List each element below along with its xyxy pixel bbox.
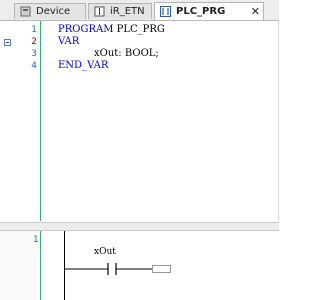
pane-splitter[interactable] (0, 222, 279, 231)
tab-plc-prg[interactable]: PLC_PRG ✕ (154, 2, 264, 20)
network-icon (94, 6, 105, 17)
keyword: END_VAR (58, 60, 109, 71)
tab-label: PLC_PRG (176, 6, 226, 17)
line-number: 3 (31, 49, 37, 59)
gutter-separator (40, 21, 41, 221)
contact-icon[interactable] (107, 263, 117, 275)
tab-label: Device (36, 6, 71, 17)
editor-tab-bar: Device iR_ETN PLC_PRG ✕ (0, 0, 279, 21)
rung-number: 1 (33, 235, 39, 245)
tab-device[interactable]: Device (14, 3, 86, 19)
code-line: VAR (58, 36, 79, 47)
line-number: 4 (31, 61, 37, 71)
declaration-editor[interactable]: 1 2 3 4 PROGRAM PLC_PRG VAR xOut: BOOL; … (0, 21, 279, 221)
line-number: 1 (31, 25, 37, 35)
keyword: PROGRAM (58, 24, 114, 35)
close-icon[interactable]: ✕ (251, 4, 260, 19)
identifier: PLC_PRG (113, 24, 165, 35)
device-icon (20, 6, 31, 17)
keyword: VAR (58, 36, 80, 47)
fold-collapse-icon[interactable] (4, 39, 11, 46)
gutter-separator (40, 231, 41, 300)
pou-icon (160, 6, 171, 17)
variable-declaration: xOut: BOOL; (94, 48, 159, 59)
line-number: 2 (31, 37, 37, 47)
tab-ir-etn[interactable]: iR_ETN (88, 3, 152, 19)
ladder-editor[interactable]: 1 xOut (0, 231, 279, 300)
editor-border (278, 21, 279, 221)
contact-variable-label[interactable]: xOut (94, 247, 116, 257)
code-line: PROGRAM PLC_PRG (58, 24, 165, 35)
code-line: xOut: BOOL; (94, 48, 159, 59)
empty-element-placeholder[interactable] (152, 265, 171, 273)
code-line: END_VAR (58, 60, 108, 71)
line-number-gutter: 1 2 3 4 (20, 21, 40, 221)
tab-label: iR_ETN (110, 6, 145, 17)
fold-margin (0, 21, 20, 221)
rung-gutter: 1 (0, 231, 40, 300)
ladder-rung (64, 263, 171, 275)
